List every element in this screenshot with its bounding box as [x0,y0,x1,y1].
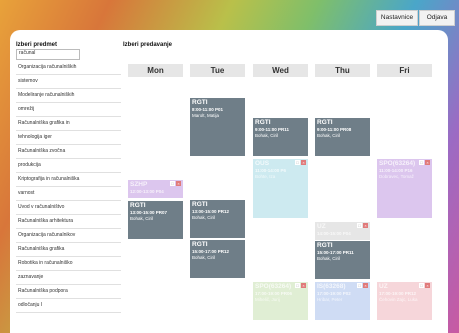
lecture-code: OUS [255,160,270,167]
subject-list-item[interactable]: tehnologija iger [16,131,121,145]
lecture-professor: Bohak, Ciril [130,216,154,221]
lecture-code: RGTI [192,241,208,248]
lecture-time: 12:00-13:00 P04 [130,189,164,194]
schedule-area: Izberi predavanje Mon Tue Wed Thu Fri □ ×… [123,42,443,320]
lecture-card[interactable]: □ × UZ 14:00-15:00 P04 [315,222,370,240]
lecture-code: UZ [379,283,388,290]
main-panel: Izberi predmet računal Organizacija raču… [10,30,448,333]
lecture-professor: Bohak, Ciril [317,133,341,138]
subject-list-item[interactable]: Modeliranje računalniških [16,89,121,103]
lecture-card[interactable]: □ × IS(63268) 17:00-19:00 P02 Hribar, Pet… [315,282,370,320]
lecture-professor: Marolt, Matija [192,113,220,118]
lecture-code: RGTI [317,119,333,126]
subject-sidebar: Izberi predmet računal Organizacija raču… [16,42,121,313]
lecture-code: SPO(63264) [255,283,292,290]
lecture-card[interactable]: RGTI 13:00-15:00 PR07 Bohak, Ciril [128,201,183,239]
lecture-card[interactable]: □ × UZ 17:00-19:00 PR12 Čehovin Zajc, Luk… [377,282,432,320]
lecture-code: SZHP [130,181,148,188]
lecture-card[interactable]: RGTI 15:00-17:00 PR12 Bohak, Ciril [190,240,245,278]
day-header-tue: Tue [190,64,245,77]
lecture-card[interactable]: RGTI 9:00-11:00 PR08 Bohak, Ciril [315,118,370,156]
lecture-code: RGTI [317,242,333,249]
subject-list-item[interactable]: Uvod v računalništvo [16,201,121,215]
lecture-professor: Mihelič, Jurij [255,297,280,302]
lecture-card[interactable]: RGTI 15:00-17:00 PR11 Bohak, Ciril [315,241,370,279]
lecture-professor: Dobravec, Tomaž [379,174,414,179]
lecture-card[interactable]: RGTI 13:00-15:00 PR12 Bohak, Ciril [190,200,245,238]
lecture-code: IS(63268) [317,283,346,290]
day-header-wed: Wed [253,64,308,77]
lecture-professor: Bohak, Ciril [255,133,279,138]
subject-list-item[interactable]: Računalniška grafika in [16,117,121,131]
day-header-mon: Mon [128,64,183,77]
subject-list-item[interactable]: Računalniška zvočna [16,145,121,159]
lecture-card[interactable]: □ × SPO(63264) 11:00-14:00 P16 Dobravec, … [377,159,432,218]
lecture-professor: Bohak, Ciril [192,255,216,260]
top-bar: Nastavnice Odjava [0,0,459,30]
lecture-time: 14:00-15:00 P04 [317,231,351,236]
lecture-card[interactable]: RGTI 9:00-11:00 PR11 Bohak, Ciril [253,118,308,156]
subject-list-item[interactable]: Računalniška arhitektura [16,215,121,229]
lecture-code: SPO(63264) [379,160,416,167]
subject-heading: Izberi predmet [16,42,58,48]
nastavnici-button[interactable]: Nastavnice [376,10,418,26]
lecture-professor: Bohak, Ciril [192,215,216,220]
lecture-card[interactable]: □ × SPO(63264) 17:00-19:00 PR06 Mihelič, … [253,282,308,320]
subject-list-item[interactable]: varnost [16,187,121,201]
subject-search-input[interactable]: računal [16,49,80,60]
subject-list-item[interactable]: produkcija [16,159,121,173]
lecture-professor: Hribar, Peter [317,297,343,302]
day-header-thu: Thu [315,64,370,77]
lecture-professor: Čehovin Zajc, Luka [379,297,418,302]
subject-list-item[interactable]: Računalniška grafika [16,243,121,257]
subject-list-item[interactable]: odločanju I [16,299,121,313]
lecture-professor: Bohak, Ciril [317,256,341,261]
lecture-code: RGTI [130,202,146,209]
logout-button[interactable]: Odjava [419,10,455,26]
lecture-professor: Bohte, Iza [255,174,276,179]
lecture-card[interactable]: □ × OUS 11:00-14:00 P6 Bohte, Iza [253,159,308,218]
lecture-card[interactable]: RGTI 8:00-11:00 P01 Marolt, Matija [190,98,245,156]
subject-list-item[interactable]: Organizacija računalniških [16,61,121,75]
lecture-code: RGTI [192,201,208,208]
subject-list-item[interactable]: Kriptografija in računalniška [16,173,121,187]
subject-list: Organizacija računalniških sistemov Modeli… [16,61,121,313]
lecture-code: UZ [317,223,326,230]
day-header-fri: Fri [377,64,432,77]
lecture-code: RGTI [192,99,208,106]
subject-list-item[interactable]: Organizacija računalnikov [16,229,121,243]
lecture-card[interactable]: □ × SZHP 12:00-13:00 P04 [128,180,183,198]
subject-list-item[interactable]: Robotika in računalniško [16,257,121,271]
lecture-heading: Izberi predavanje [123,42,173,48]
subject-list-item[interactable]: zaznavanje [16,271,121,285]
subject-list-item[interactable]: sistemov [16,75,121,89]
subject-list-item[interactable]: omrežij [16,103,121,117]
subject-list-item[interactable]: Računalniška podpora [16,285,121,299]
lecture-code: RGTI [255,119,271,126]
